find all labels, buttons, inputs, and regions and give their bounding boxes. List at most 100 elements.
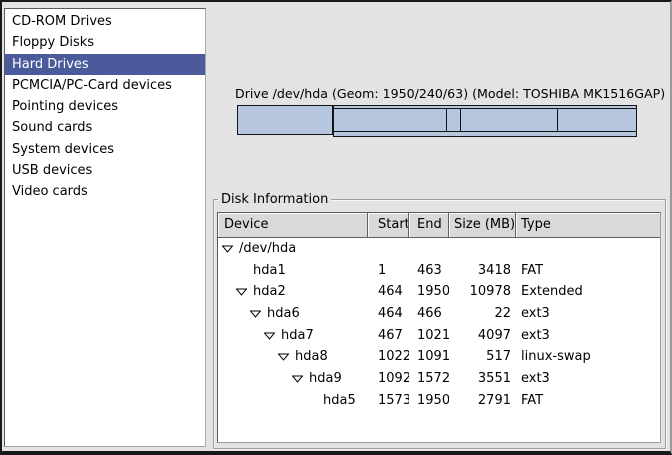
partition-segment-hda9 xyxy=(461,109,558,131)
sidebar-item-floppy-disks[interactable]: Floppy Disks xyxy=(5,32,205,53)
sidebar-item-label: Pointing devices xyxy=(12,99,118,114)
table-row-hda1[interactable]: hda1 1 463 3418 FAT xyxy=(218,260,660,282)
sidebar-item-label: Floppy Disks xyxy=(12,35,94,50)
disk-table-header: Device Start End Size (MB) Type xyxy=(218,213,660,238)
sidebar-item-usb-devices[interactable]: USB devices xyxy=(5,160,205,181)
device-name: hda8 xyxy=(295,346,328,368)
column-header-device[interactable]: Device xyxy=(218,213,368,237)
size-cell: 2791 xyxy=(449,390,516,412)
end-cell: 1572 xyxy=(409,368,449,390)
expander-triangle-icon[interactable] xyxy=(292,375,303,383)
table-row-hda8[interactable]: hda8 1022 1091 517 linux-swap xyxy=(218,346,660,368)
disk-table: Device Start End Size (MB) Type /dev/hda xyxy=(217,212,661,443)
tree-indent xyxy=(218,357,278,358)
type-cell: FAT xyxy=(516,390,660,412)
end-cell: 1950 xyxy=(409,390,449,412)
device-category-list: CD-ROM Drives Floppy Disks Hard Drives P… xyxy=(4,8,206,447)
sidebar-item-sound-cards[interactable]: Sound cards xyxy=(5,117,205,138)
column-header-start[interactable]: Start xyxy=(368,213,409,237)
size-cell: 517 xyxy=(449,346,516,368)
drive-info-label: Drive /dev/hda (Geom: 1950/240/63) (Mode… xyxy=(235,86,641,101)
tree-indent xyxy=(218,313,250,314)
size-cell: 3418 xyxy=(449,260,516,282)
sidebar-item-pointing-devices[interactable]: Pointing devices xyxy=(5,96,205,117)
type-cell: Extended xyxy=(516,281,660,303)
extended-partition-inner xyxy=(334,108,636,132)
type-cell: ext3 xyxy=(516,325,660,347)
table-row-hda6[interactable]: hda6 464 466 22 ext3 xyxy=(218,303,660,325)
partition-segment-extended xyxy=(333,105,637,137)
sidebar-item-cd-rom-drives[interactable]: CD-ROM Drives xyxy=(5,11,205,32)
start-cell: 464 xyxy=(368,281,409,303)
device-cell: hda2 xyxy=(218,281,368,303)
table-row-hda2[interactable]: hda2 464 1950 10978 Extended xyxy=(218,281,660,303)
tree-indent xyxy=(218,378,292,379)
end-cell xyxy=(409,238,449,260)
start-cell: 1 xyxy=(368,260,409,282)
device-name: hda9 xyxy=(309,368,342,390)
partition-segment-hda7 xyxy=(334,109,447,131)
expander-triangle-icon[interactable] xyxy=(222,245,233,253)
sidebar-item-hard-drives[interactable]: Hard Drives xyxy=(5,54,205,75)
column-header-label: End xyxy=(417,217,442,232)
expander-triangle-icon[interactable] xyxy=(264,332,275,340)
column-header-label: Start xyxy=(378,217,409,232)
expander-triangle-icon[interactable] xyxy=(250,310,261,318)
device-cell: hda5 xyxy=(218,390,368,412)
tree-indent xyxy=(218,335,264,336)
expander-triangle-icon[interactable] xyxy=(278,353,289,361)
size-cell: 3551 xyxy=(449,368,516,390)
end-cell: 1950 xyxy=(409,281,449,303)
size-cell xyxy=(449,238,516,260)
expander-triangle-icon[interactable] xyxy=(236,288,247,296)
column-header-end[interactable]: End xyxy=(409,213,449,237)
sidebar-item-label: CD-ROM Drives xyxy=(12,14,112,29)
type-cell: ext3 xyxy=(516,303,660,325)
size-cell: 4097 xyxy=(449,325,516,347)
sidebar-item-label: System devices xyxy=(12,142,114,157)
start-cell: 1022 xyxy=(368,346,409,368)
partition-bar xyxy=(237,105,637,135)
sidebar-item-label: Sound cards xyxy=(12,120,92,135)
column-header-label: Size (MB) xyxy=(454,217,515,232)
sidebar-item-pcmcia-pc-card-devices[interactable]: PCMCIA/PC-Card devices xyxy=(5,75,205,96)
table-row-hda9[interactable]: hda9 1092 1572 3551 ext3 xyxy=(218,368,660,390)
device-name: /dev/hda xyxy=(239,238,296,260)
device-cell: hda7 xyxy=(218,325,368,347)
device-cell: hda8 xyxy=(218,346,368,368)
end-cell: 466 xyxy=(409,303,449,325)
device-cell: hda6 xyxy=(218,303,368,325)
sidebar-item-system-devices[interactable]: System devices xyxy=(5,139,205,160)
type-cell xyxy=(516,238,660,260)
end-cell: 1091 xyxy=(409,346,449,368)
device-cell: /dev/hda xyxy=(218,238,368,260)
device-name: hda2 xyxy=(253,281,286,303)
hardware-browser-window: CD-ROM Drives Floppy Disks Hard Drives P… xyxy=(0,0,672,455)
start-cell: 1092 xyxy=(368,368,409,390)
size-cell: 10978 xyxy=(449,281,516,303)
table-row-hda5[interactable]: hda5 1573 1950 2791 FAT xyxy=(218,390,660,412)
device-name: hda7 xyxy=(281,325,314,347)
device-name: hda1 xyxy=(253,260,286,282)
size-cell: 22 xyxy=(449,303,516,325)
tree-indent xyxy=(218,400,306,401)
sidebar-item-video-cards[interactable]: Video cards xyxy=(5,181,205,202)
type-cell: FAT xyxy=(516,260,660,282)
column-header-label: Device xyxy=(224,217,268,232)
end-cell: 463 xyxy=(409,260,449,282)
sidebar-item-label: Hard Drives xyxy=(12,57,89,72)
tree-indent xyxy=(218,292,236,293)
column-header-size-mb-[interactable]: Size (MB) xyxy=(449,213,516,237)
end-cell: 1021 xyxy=(409,325,449,347)
column-header-type[interactable]: Type xyxy=(516,213,660,237)
sidebar-item-label: USB devices xyxy=(12,163,92,178)
start-cell: 1573 xyxy=(368,390,409,412)
sidebar-item-label: Video cards xyxy=(12,184,88,199)
start-cell: 467 xyxy=(368,325,409,347)
start-cell: 464 xyxy=(368,303,409,325)
device-cell: hda9 xyxy=(218,368,368,390)
table-row-hda7[interactable]: hda7 467 1021 4097 ext3 xyxy=(218,325,660,347)
table-row--dev-hda[interactable]: /dev/hda xyxy=(218,238,660,260)
start-cell xyxy=(368,238,409,260)
partition-segment-hda5 xyxy=(558,109,636,131)
